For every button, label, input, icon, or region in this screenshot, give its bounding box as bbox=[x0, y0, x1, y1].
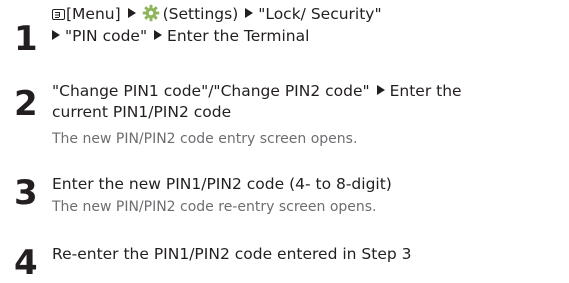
menu-label: [Menu] bbox=[66, 5, 121, 23]
enter-terminal-label: Enter the Terminal bbox=[167, 27, 310, 45]
step-note: The new PIN/PIN2 code re-entry screen op… bbox=[52, 199, 377, 215]
gear-icon bbox=[142, 4, 159, 22]
triangle-right-icon bbox=[245, 8, 254, 18]
change-pin-label: "Change PIN1 code"/"Change PIN2 code" bbox=[52, 82, 370, 100]
step-instruction-line: Re-enter the PIN1/PIN2 code entered in S… bbox=[52, 245, 412, 263]
step-instruction-line: Enter the new PIN1/PIN2 code (4- to 8-di… bbox=[52, 175, 392, 193]
step-instruction-line: "Change PIN1 code"/"Change PIN2 code" En… bbox=[52, 81, 462, 102]
menu-key-icon bbox=[52, 9, 65, 20]
step-number: 2 bbox=[14, 84, 38, 124]
step-instruction-line: "PIN code" Enter the Terminal bbox=[52, 26, 309, 47]
step-note: The new PIN/PIN2 code entry screen opens… bbox=[52, 131, 358, 147]
pin-code-label: "PIN code" bbox=[65, 27, 148, 45]
step-number: 4 bbox=[14, 243, 38, 283]
enter-the-label: Enter the bbox=[389, 82, 462, 100]
step-number: 3 bbox=[14, 173, 38, 213]
step-instruction-line: current PIN1/PIN2 code bbox=[52, 103, 232, 121]
triangle-right-icon bbox=[376, 85, 385, 95]
step-instruction-line: [Menu] (Settings) "Lock/ Security" bbox=[52, 4, 382, 25]
step-number: 1 bbox=[14, 19, 38, 59]
lock-security-label: "Lock/ Security" bbox=[258, 5, 382, 23]
settings-label: (Settings) bbox=[162, 5, 239, 23]
triangle-right-icon bbox=[127, 8, 136, 18]
triangle-right-icon bbox=[154, 30, 163, 40]
triangle-right-icon bbox=[52, 30, 60, 40]
